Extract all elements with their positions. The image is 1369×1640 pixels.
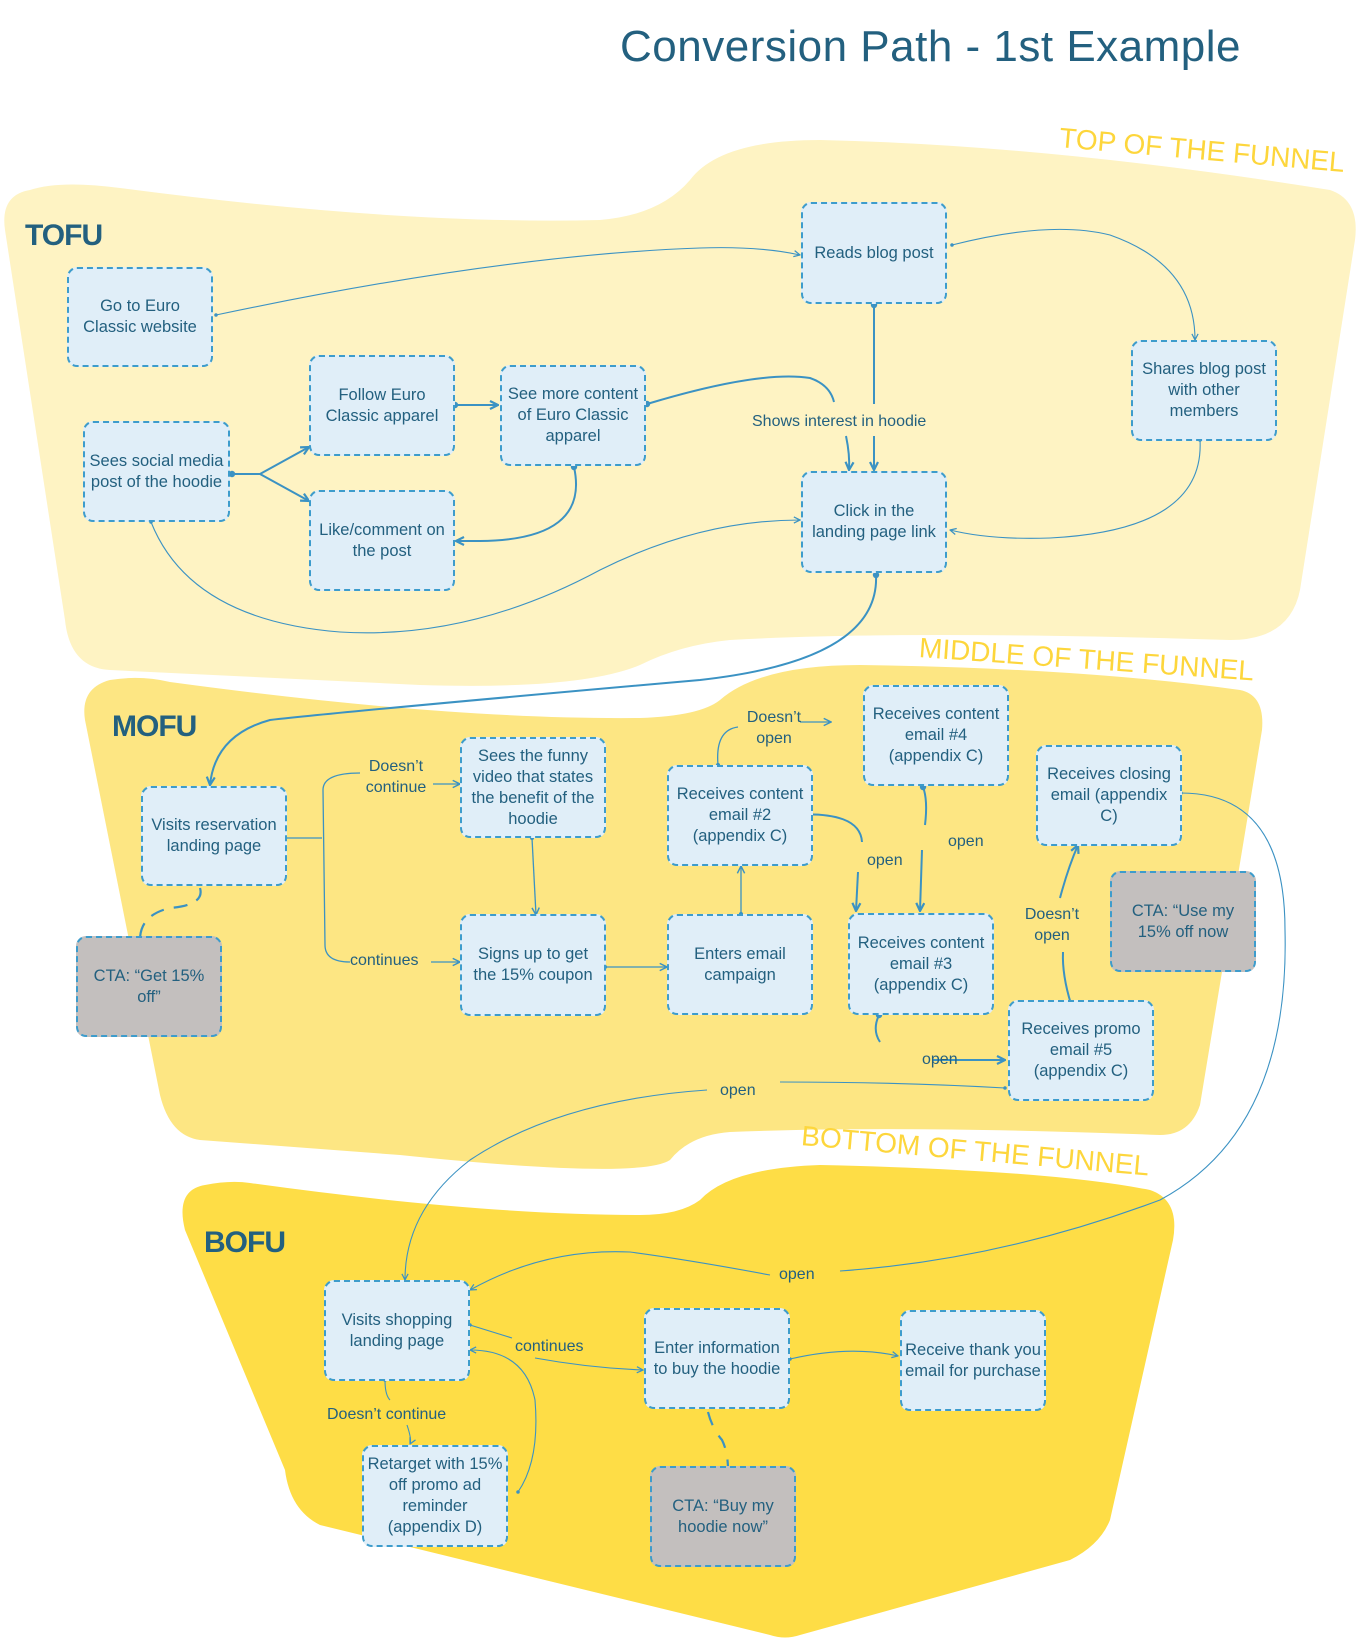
label-open-2-3: open (867, 852, 903, 869)
label-open-3-5: open (922, 1051, 958, 1068)
bofu-stage-label: BOFU (204, 1226, 286, 1259)
node-enters-campaign[interactable]: Enters email campaign (667, 914, 813, 1015)
node-email-3[interactable]: Receives content email #3 (appendix C) (848, 913, 994, 1015)
label-doesnt-open-1: Doesn’t open (742, 707, 806, 749)
node-shares-blog[interactable]: Shares blog post with other members (1131, 340, 1277, 441)
label-shows-interest: Shows interest in hoodie (752, 413, 927, 430)
page-title: Conversion Path - 1st Example (620, 22, 1242, 71)
label-bofu-doesnt-continue: Doesn’t continue (327, 1406, 447, 1423)
node-follow[interactable]: Follow Euro Classic apparel (309, 355, 455, 456)
label-text: Doesn’t continue (365, 758, 427, 796)
node-email-2[interactable]: Receives content email #2 (appendix C) (667, 765, 813, 866)
node-go-to-website[interactable]: Go to Euro Classic website (67, 267, 213, 367)
label-open-4-3: open (948, 833, 984, 850)
node-promo-5[interactable]: Receives promo email #5 (appendix C) (1008, 1000, 1154, 1101)
label-text: Doesn’t open (746, 709, 802, 747)
label-text: Doesn’t open (1024, 906, 1080, 944)
node-thank-you[interactable]: Receive thank you email for purchase (900, 1310, 1046, 1411)
node-visits-shopping[interactable]: Visits shopping landing page (324, 1280, 470, 1381)
label-bofu-continues: continues (515, 1338, 584, 1355)
label-doesnt-open-2: Doesn’t open (1020, 904, 1084, 946)
mofu-stage-label: MOFU (112, 710, 197, 743)
node-sees-social[interactable]: Sees social media post of the hoodie (83, 421, 230, 522)
label-open-5-bofu: open (720, 1082, 756, 1099)
label-mofu-doesnt-continue: Doesn’t continue (360, 756, 432, 798)
node-signs-up[interactable]: Signs up to get the 15% coupon (460, 914, 606, 1016)
node-cta-get-15[interactable]: CTA: “Get 15% off” (76, 936, 222, 1037)
node-click-landing[interactable]: Click in the landing page link (801, 471, 947, 573)
node-reads-blog[interactable]: Reads blog post (801, 202, 947, 304)
label-mofu-continues: continues (350, 952, 419, 969)
node-closing-email[interactable]: Receives closing email (appendix C) (1036, 745, 1182, 846)
node-visits-reservation[interactable]: Visits reservation landing page (141, 786, 287, 886)
node-funny-video[interactable]: Sees the funny video that states the ben… (460, 737, 606, 838)
node-see-more[interactable]: See more content of Euro Classic apparel (500, 365, 646, 466)
node-retarget[interactable]: Retarget with 15% off promo ad reminder … (362, 1445, 508, 1547)
node-like-comment[interactable]: Like/comment on the post (309, 490, 455, 591)
node-cta-use-15[interactable]: CTA: “Use my 15% off now (1110, 871, 1256, 972)
tofu-stage-label: TOFU (25, 219, 103, 252)
node-enter-info[interactable]: Enter information to buy the hoodie (644, 1308, 790, 1409)
node-email-4[interactable]: Receives content email #4 (appendix C) (863, 685, 1009, 786)
label-open-closing-bofu: open (779, 1266, 815, 1283)
node-cta-buy[interactable]: CTA: “Buy my hoodie now” (650, 1466, 796, 1567)
